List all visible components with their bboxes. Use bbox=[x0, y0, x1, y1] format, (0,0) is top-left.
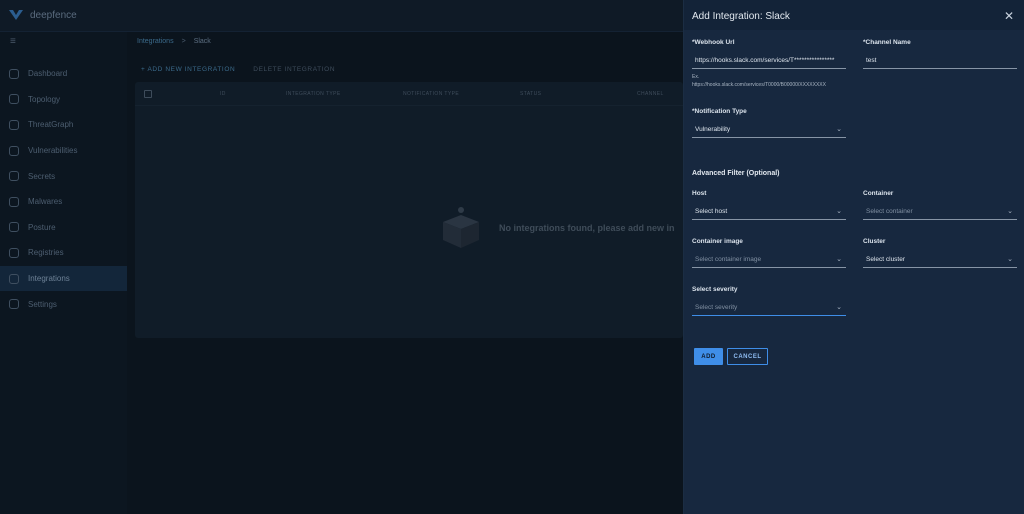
empty-state: No integrations found, please add new in bbox=[437, 206, 675, 250]
topology-icon bbox=[9, 94, 19, 105]
notification-type-value: Vulnerability bbox=[695, 125, 731, 133]
severity-placeholder: Select severity bbox=[695, 303, 738, 311]
dashboard-icon bbox=[9, 68, 19, 79]
deepfence-logo-icon bbox=[9, 10, 23, 20]
chevron-down-icon: ⌄ bbox=[836, 304, 842, 311]
empty-box-icon bbox=[443, 207, 479, 248]
sidebar-item-malwares[interactable]: Malwares bbox=[0, 189, 127, 215]
sidebar-item-label: Dashboard bbox=[28, 69, 68, 79]
container-image-label: Container image bbox=[692, 238, 743, 245]
chevron-down-icon: ⌄ bbox=[836, 208, 842, 215]
cluster-select[interactable]: Select cluster ⌄ bbox=[863, 251, 1017, 268]
notification-type-select[interactable]: Vulnerability ⌄ bbox=[692, 121, 846, 138]
webhook-url-label: *Webhook Url bbox=[692, 39, 735, 46]
sidebar-item-label: Posture bbox=[28, 222, 56, 232]
chevron-down-icon: ⌄ bbox=[1007, 208, 1013, 215]
app-name: deepfence bbox=[30, 9, 77, 21]
sidebar: ≡ Dashboard Topology ThreatGraph Vulnera… bbox=[0, 32, 127, 514]
channel-name-input[interactable]: test bbox=[863, 52, 1017, 69]
column-header-notification-type[interactable]: NOTIFICATION TYPE bbox=[403, 91, 520, 97]
cluster-label: Cluster bbox=[863, 238, 886, 245]
sidebar-item-integrations[interactable]: Integrations bbox=[0, 265, 127, 292]
sidebar-item-label: ThreatGraph bbox=[28, 120, 74, 130]
add-integration-button[interactable]: + ADD NEW INTEGRATION bbox=[141, 66, 235, 73]
column-header-id[interactable]: ID bbox=[220, 91, 286, 97]
table-header: ID INTEGRATION TYPE NOTIFICATION TYPE ST… bbox=[135, 82, 683, 106]
host-select[interactable]: Select host ⌄ bbox=[692, 203, 846, 220]
advanced-filter-title: Advanced Filter (Optional) bbox=[692, 170, 780, 177]
notification-type-label: *Notification Type bbox=[692, 108, 747, 115]
threatgraph-icon bbox=[9, 119, 19, 130]
delete-integration-button[interactable]: DELETE INTEGRATION bbox=[253, 66, 335, 73]
sidebar-item-label: Secrets bbox=[28, 171, 56, 181]
add-button[interactable]: ADD bbox=[694, 348, 723, 365]
sidebar-item-label: Settings bbox=[28, 299, 57, 309]
chevron-down-icon: ⌄ bbox=[836, 126, 842, 133]
main-content: Integrations > Slack + ADD NEW INTEGRATI… bbox=[127, 32, 683, 514]
webhook-hint-example: https://hooks.slack.com/services/T0000/B… bbox=[692, 82, 826, 88]
sidebar-item-secrets[interactable]: Secrets bbox=[0, 163, 127, 189]
severity-select[interactable]: Select severity ⌄ bbox=[692, 299, 846, 316]
channel-name-value: test bbox=[866, 56, 877, 64]
registry-icon bbox=[9, 247, 19, 258]
container-image-placeholder: Select container image bbox=[695, 255, 762, 263]
sidebar-item-label: Malwares bbox=[28, 197, 63, 207]
sidebar-item-label: Vulnerabilities bbox=[28, 146, 78, 156]
plug-icon bbox=[9, 273, 19, 284]
sidebar-item-topology[interactable]: Topology bbox=[0, 87, 127, 113]
integrations-table: ID INTEGRATION TYPE NOTIFICATION TYPE ST… bbox=[135, 82, 683, 338]
top-bar: deepfence bbox=[0, 0, 683, 32]
container-placeholder: Select container bbox=[866, 207, 913, 215]
webhook-hint-prefix: Ex. bbox=[692, 74, 700, 80]
bug-icon bbox=[9, 145, 19, 156]
webhook-url-input[interactable]: https://hooks.slack.com/services/T******… bbox=[692, 52, 846, 69]
container-image-select[interactable]: Select container image ⌄ bbox=[692, 251, 846, 268]
sidebar-item-label: Topology bbox=[28, 94, 61, 104]
sidebar-item-dashboard[interactable]: Dashboard bbox=[0, 61, 127, 87]
container-label: Container bbox=[863, 190, 894, 197]
shield-icon bbox=[9, 222, 19, 233]
app-logo[interactable]: deepfence bbox=[8, 9, 77, 21]
sidebar-item-label: Integrations bbox=[28, 274, 70, 284]
severity-label: Select severity bbox=[692, 286, 738, 293]
column-header-integration-type[interactable]: INTEGRATION TYPE bbox=[286, 91, 403, 97]
column-header-status[interactable]: STATUS bbox=[520, 91, 637, 97]
malware-icon bbox=[9, 196, 19, 207]
breadcrumb: Integrations > Slack bbox=[137, 38, 211, 45]
add-integration-drawer: Add Integration: Slack ✕ *Webhook Url ht… bbox=[683, 0, 1024, 514]
chevron-down-icon: ⌄ bbox=[836, 256, 842, 263]
host-value: Select host bbox=[695, 207, 728, 215]
gear-icon bbox=[9, 299, 19, 310]
column-header-channel[interactable]: CHANNEL bbox=[637, 91, 677, 97]
channel-name-label: *Channel Name bbox=[863, 39, 911, 46]
cancel-button[interactable]: CANCEL bbox=[727, 348, 768, 365]
sidebar-item-threatgraph[interactable]: ThreatGraph bbox=[0, 112, 127, 138]
table-actions: + ADD NEW INTEGRATION DELETE INTEGRATION bbox=[141, 66, 335, 73]
webhook-url-value: https://hooks.slack.com/services/T******… bbox=[695, 56, 835, 64]
select-all-checkbox[interactable] bbox=[144, 89, 152, 98]
integration-form: *Webhook Url https://hooks.slack.com/ser… bbox=[684, 30, 1024, 514]
sidebar-item-vulnerabilities[interactable]: Vulnerabilities bbox=[0, 138, 127, 164]
drawer-title: Add Integration: Slack bbox=[692, 11, 790, 22]
breadcrumb-link-integrations[interactable]: Integrations bbox=[137, 38, 174, 45]
close-icon[interactable]: ✕ bbox=[1002, 9, 1016, 23]
cluster-value: Select cluster bbox=[866, 255, 906, 263]
webhook-url-hint: Ex. https://hooks.slack.com/services/T00… bbox=[692, 73, 826, 89]
chevron-down-icon: ⌄ bbox=[1007, 256, 1013, 263]
sidebar-item-registries[interactable]: Registries bbox=[0, 240, 127, 266]
sidebar-item-settings[interactable]: Settings bbox=[0, 291, 127, 317]
container-select[interactable]: Select container ⌄ bbox=[863, 203, 1017, 220]
menu-icon[interactable]: ≡ bbox=[10, 37, 20, 47]
breadcrumb-separator: > bbox=[181, 38, 186, 45]
breadcrumb-current: Slack bbox=[193, 38, 211, 45]
sidebar-item-posture[interactable]: Posture bbox=[0, 215, 127, 241]
host-label: Host bbox=[692, 190, 707, 197]
sidebar-item-label: Registries bbox=[28, 248, 64, 258]
lock-icon bbox=[9, 171, 19, 182]
sidebar-nav: Dashboard Topology ThreatGraph Vulnerabi… bbox=[0, 61, 127, 317]
empty-state-message: No integrations found, please add new in bbox=[499, 223, 675, 233]
